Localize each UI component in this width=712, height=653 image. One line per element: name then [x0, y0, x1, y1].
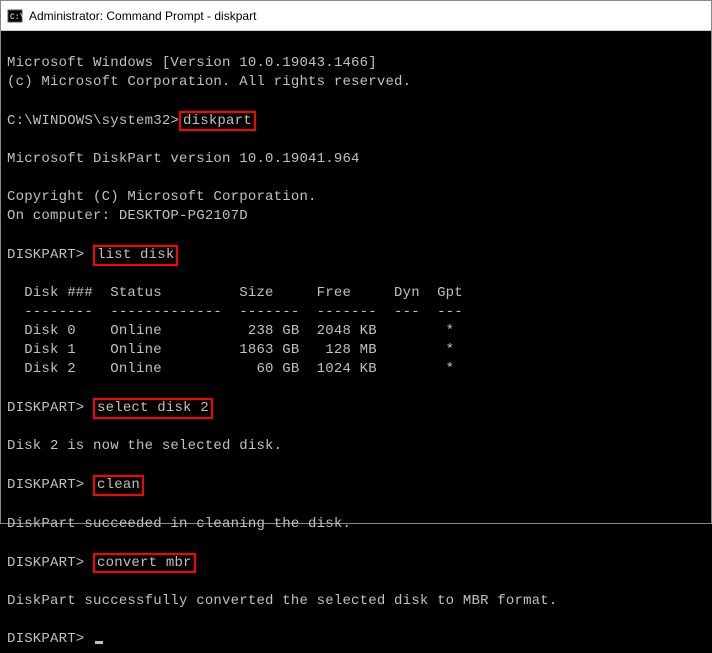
- prompt-diskpart: DISKPART>: [7, 400, 84, 416]
- prompt-diskpart: DISKPART>: [7, 631, 84, 647]
- cmd-select-disk[interactable]: select disk 2: [93, 398, 213, 419]
- window-title: Administrator: Command Prompt - diskpart: [29, 9, 256, 23]
- line-copyright: (c) Microsoft Corporation. All rights re…: [7, 74, 411, 90]
- line-dp-copyright: Copyright (C) Microsoft Corporation.: [7, 189, 317, 205]
- line-dp-version: Microsoft DiskPart version 10.0.19041.96…: [7, 151, 360, 167]
- table-row: Disk 2 Online 60 GB 1024 KB *: [7, 361, 454, 377]
- prompt-system32: C:\WINDOWS\system32>: [7, 113, 179, 129]
- cmd-clean[interactable]: clean: [93, 475, 144, 496]
- cmd-list-disk[interactable]: list disk: [93, 245, 178, 266]
- table-row: Disk 0 Online 238 GB 2048 KB *: [7, 323, 454, 339]
- svg-text:C:\: C:\: [10, 13, 23, 22]
- line-winver: Microsoft Windows [Version 10.0.19043.14…: [7, 55, 377, 71]
- cmd-diskpart[interactable]: diskpart: [179, 111, 256, 132]
- cursor[interactable]: [95, 641, 103, 644]
- table-row: Disk 1 Online 1863 GB 128 MB *: [7, 342, 454, 358]
- terminal-output: Microsoft Windows [Version 10.0.19043.14…: [1, 31, 711, 653]
- prompt-diskpart: DISKPART>: [7, 555, 84, 571]
- line-dp-computer: On computer: DESKTOP-PG2107D: [7, 208, 248, 224]
- cmd-icon: C:\: [7, 8, 23, 24]
- msg-selected: Disk 2 is now the selected disk.: [7, 438, 282, 454]
- msg-convert: DiskPart successfully converted the sele…: [7, 593, 558, 609]
- prompt-diskpart: DISKPART>: [7, 247, 84, 263]
- table-divider: -------- ------------- ------- ------- -…: [7, 304, 463, 320]
- cmd-convert-mbr[interactable]: convert mbr: [93, 553, 196, 574]
- prompt-diskpart: DISKPART>: [7, 477, 84, 493]
- table-header: Disk ### Status Size Free Dyn Gpt: [7, 285, 463, 301]
- window-titlebar[interactable]: C:\ Administrator: Command Prompt - disk…: [1, 1, 711, 31]
